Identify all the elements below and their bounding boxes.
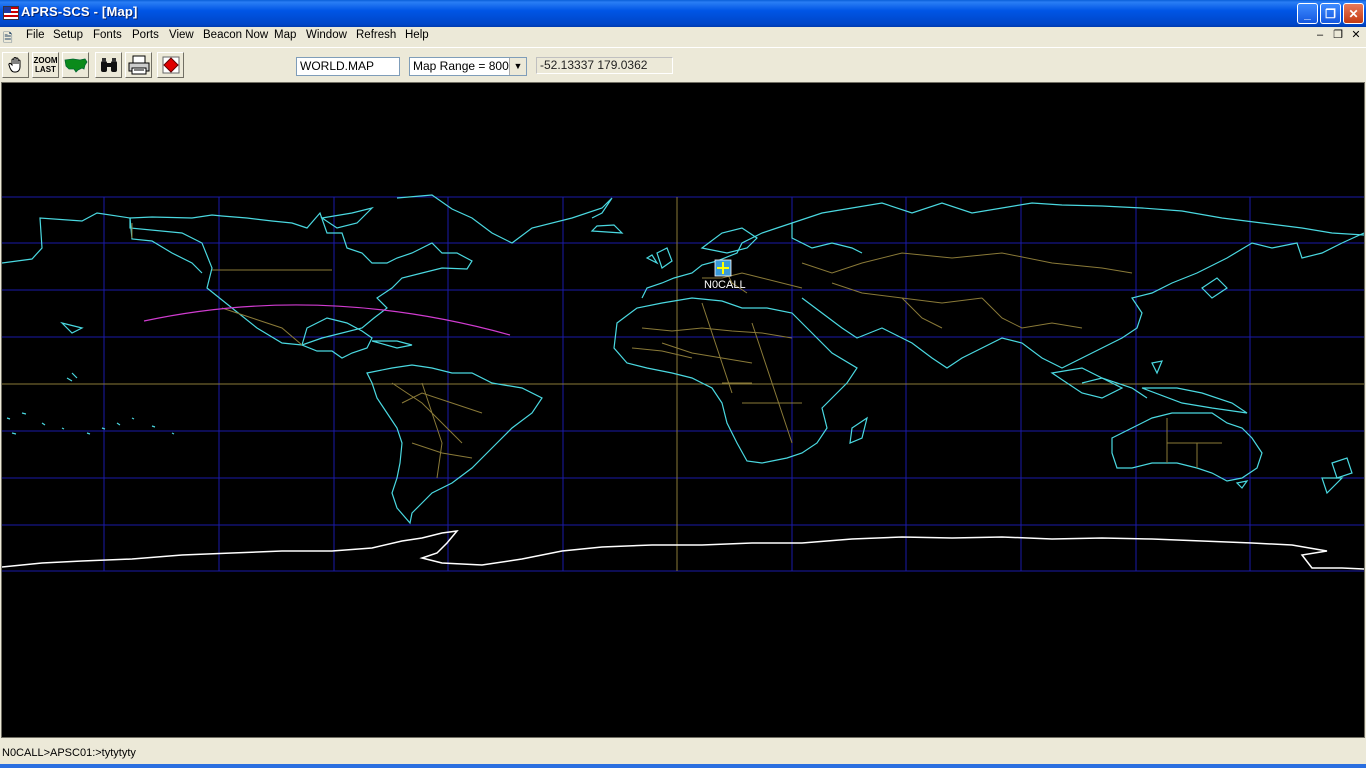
document-icon[interactable]: 🗎: [3, 29, 18, 45]
menu-beacon-now[interactable]: Beacon Now: [203, 29, 268, 41]
map-file-field[interactable]: WORLD.MAP: [296, 57, 400, 76]
map-view[interactable]: N0CALL: [1, 82, 1365, 738]
menu-fonts[interactable]: Fonts: [93, 29, 122, 41]
menu-file[interactable]: File: [26, 29, 45, 41]
toolbar: ZOOM LAST WORLD.MAP Map Range = 8000 ▼ -…: [0, 47, 1366, 82]
menu-ports[interactable]: Ports: [132, 29, 159, 41]
chevron-down-icon[interactable]: ▼: [509, 58, 526, 75]
maximize-button[interactable]: ❐: [1320, 3, 1341, 24]
menu-refresh[interactable]: Refresh: [356, 29, 396, 41]
map-range-select[interactable]: Map Range = 8000 ▼: [409, 57, 527, 76]
zoom-last-label-1: ZOOM: [33, 56, 58, 65]
pan-hand-button[interactable]: [2, 52, 29, 78]
zoom-last-label-2: LAST: [35, 65, 56, 74]
binoculars-icon: [100, 58, 117, 72]
taskbar-edge: [0, 764, 1366, 768]
map-range-value: Map Range = 8000: [413, 59, 516, 73]
usa-map-icon: [64, 58, 87, 73]
menu-help[interactable]: Help: [405, 29, 429, 41]
station-label: N0CALL: [704, 279, 746, 291]
red-diamond-icon: [162, 56, 179, 74]
close-button[interactable]: ✕: [1343, 3, 1364, 24]
minimize-button[interactable]: _: [1297, 3, 1318, 24]
print-button[interactable]: [125, 52, 152, 78]
hand-icon: [7, 57, 20, 73]
world-map[interactable]: N0CALL: [2, 83, 1364, 737]
menu-window[interactable]: Window: [306, 29, 347, 41]
zoom-last-button[interactable]: ZOOM LAST: [32, 52, 59, 78]
menu-map[interactable]: Map: [274, 29, 296, 41]
title-bar: APRS-SCS - [Map] _ ❐ ✕: [0, 0, 1366, 27]
stop-button[interactable]: [157, 52, 184, 78]
find-button[interactable]: [95, 52, 122, 78]
coordinates-readout: -52.13337 179.0362: [536, 57, 673, 74]
printer-icon: [128, 55, 149, 75]
station-marker[interactable]: [714, 259, 732, 277]
menu-view[interactable]: View: [169, 29, 194, 41]
window-title: APRS-SCS - [Map]: [21, 4, 138, 19]
menu-setup[interactable]: Setup: [53, 29, 83, 41]
mdi-close-button[interactable]: ✕: [1348, 28, 1364, 43]
status-bar: N0CALL>APSC01:>tytytyty: [0, 740, 1366, 768]
mdi-minimize-button[interactable]: –: [1312, 28, 1328, 43]
status-text: N0CALL>APSC01:>tytytyty: [2, 747, 136, 759]
flag-icon: [3, 6, 19, 20]
menu-bar: 🗎 File Setup Fonts Ports View Beacon Now…: [0, 27, 1366, 46]
mdi-restore-button[interactable]: ❐: [1330, 28, 1346, 43]
usa-map-button[interactable]: [62, 52, 89, 78]
